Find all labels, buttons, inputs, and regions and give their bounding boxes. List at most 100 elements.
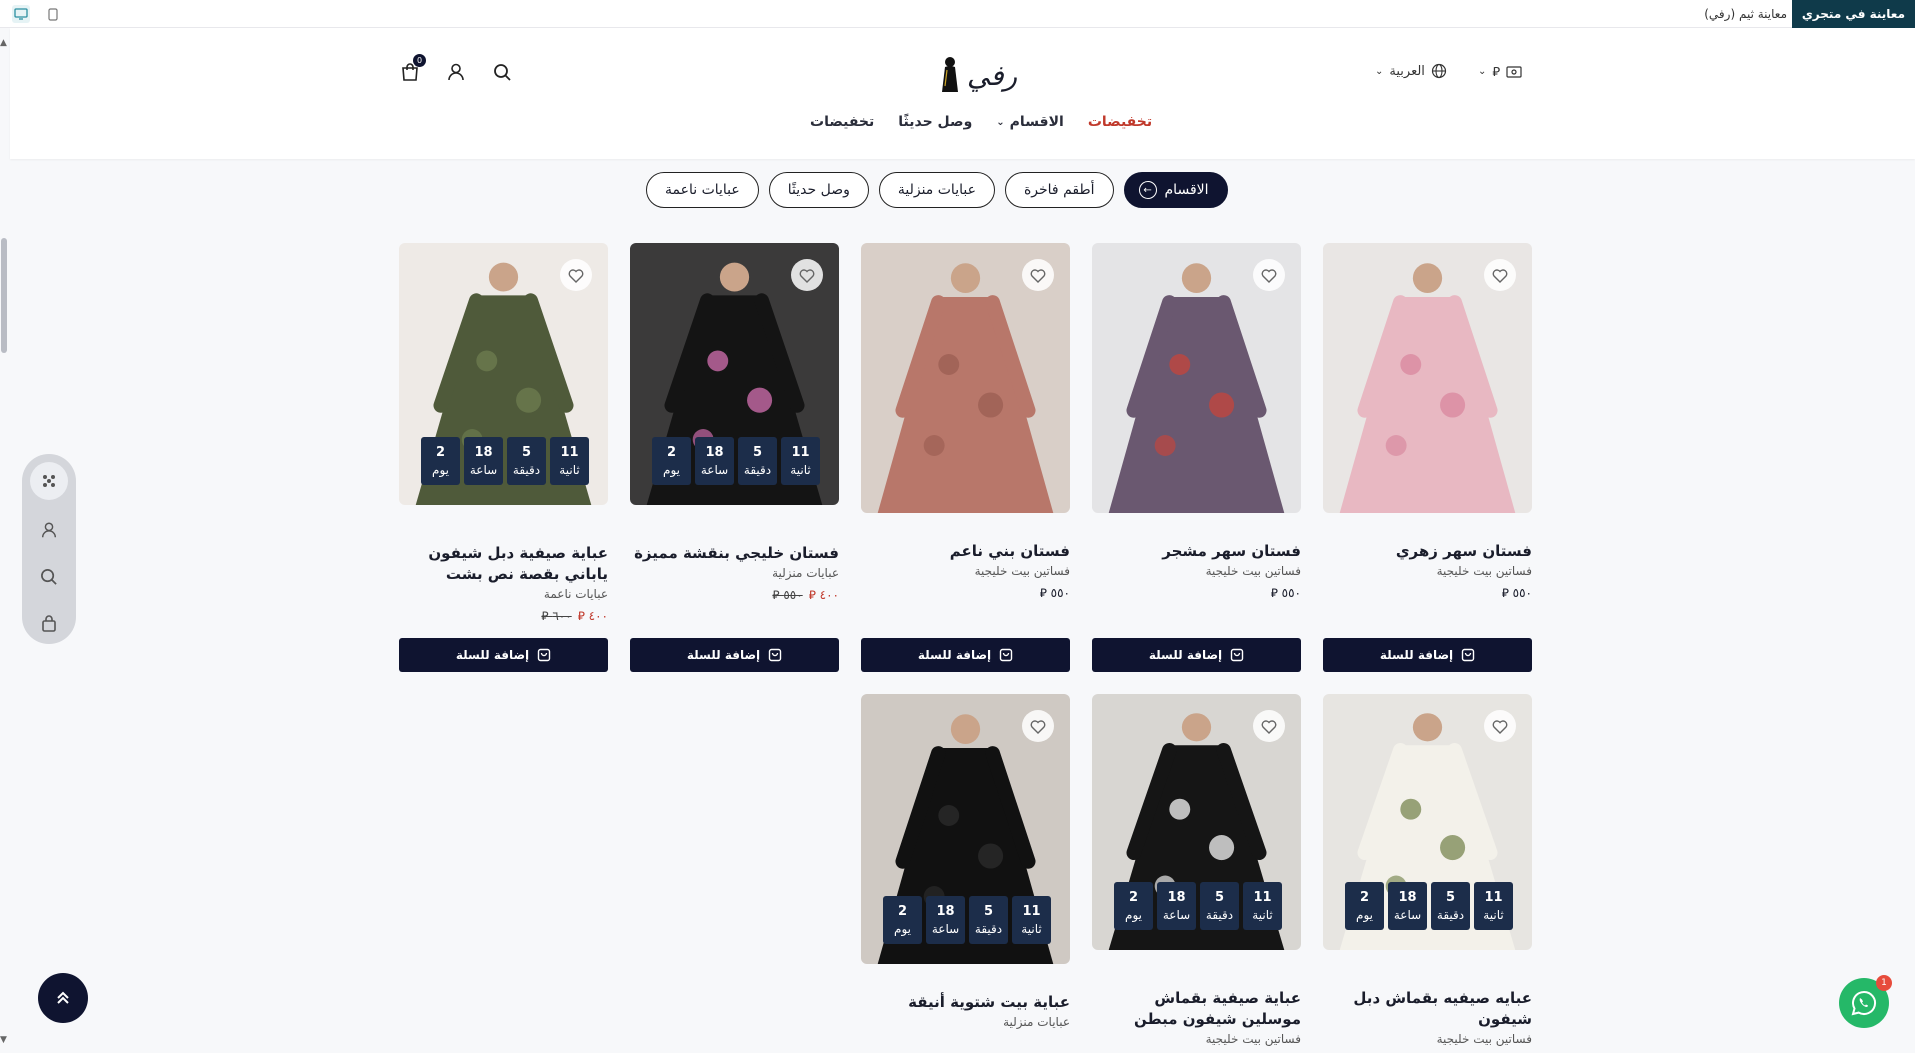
product-category[interactable]: فساتين بيت خليجية	[1092, 1032, 1301, 1046]
add-to-cart-button[interactable]: إضافة للسلة	[1323, 638, 1532, 672]
language-selector[interactable]: العربية ⌄	[1375, 63, 1447, 79]
logo-text: رفي	[966, 58, 1018, 92]
currency-symbol: ⃁	[772, 588, 780, 602]
heart-icon[interactable]	[1022, 710, 1054, 742]
countdown-value: 2	[666, 445, 677, 460]
heart-icon[interactable]	[1253, 259, 1285, 291]
chip-new-arrivals[interactable]: وصل حديثًا	[768, 172, 869, 208]
countdown-value: 18	[705, 445, 724, 460]
product-image[interactable]: 2 يوم 18 ساعة 5 دقيقة 11 ثانية	[861, 694, 1070, 964]
current-price: ٥٥٠ ⃁	[1502, 586, 1532, 601]
product-image[interactable]: 2 يوم 18 ساعة 5 دقيقة 11 ثانية	[1323, 694, 1532, 950]
product-title[interactable]: فستان سهر زهري	[1323, 541, 1532, 562]
search-icon[interactable]	[490, 60, 514, 84]
chip-home-abayas[interactable]: عبايات منزلية	[878, 172, 995, 208]
heart-icon[interactable]	[1253, 710, 1285, 742]
button-label: إضافة للسلة	[455, 648, 530, 662]
product-card[interactable]: فستان بني ناعم فساتين بيت خليجية ٥٥٠ ⃁ إ…	[861, 243, 1070, 672]
countdown-hours: 18 ساعة	[464, 437, 503, 485]
main-navigation: تخفيضات الاقسام ⌄ وصل حديثًا تخفيضات	[810, 114, 1152, 130]
countdown-unit: يوم	[1356, 908, 1373, 922]
product-category[interactable]: فساتين بيت خليجية	[861, 564, 1070, 578]
chip-categories[interactable]: الاقسام ←	[1123, 172, 1228, 208]
add-to-cart-button[interactable]: إضافة للسلة	[1092, 638, 1301, 672]
product-category[interactable]: عبايات منزلية	[630, 566, 839, 580]
product-title[interactable]: فستان خليجي بنقشة مميزة	[630, 543, 839, 564]
currency-symbol: ⃁	[1501, 586, 1509, 600]
old-price-value: ٥٥٠	[783, 588, 803, 602]
add-to-cart-button[interactable]: إضافة للسلة	[399, 638, 608, 672]
globe-icon	[1431, 63, 1447, 79]
countdown-timer: 2 يوم 18 ساعة 5 دقيقة 11 ثانية	[883, 896, 1051, 944]
arrow-left-icon: ←	[1138, 181, 1157, 199]
back-to-top-button[interactable]	[38, 973, 88, 1023]
whatsapp-button[interactable]: 1	[1839, 975, 1892, 1028]
bag-icon[interactable]	[31, 607, 67, 641]
product-title[interactable]: عباية بيت شتوية أنيقة	[861, 992, 1070, 1013]
nav-item-categories[interactable]: الاقسام ⌄	[996, 114, 1064, 130]
product-card[interactable]: 2 يوم 18 ساعة 5 دقيقة 11 ثانية عباية بيت…	[861, 694, 1070, 1029]
nav-item-sales[interactable]: تخفيضات	[810, 114, 874, 130]
product-title[interactable]: عبايه صيفيه بقماش دبل شيفون	[1323, 988, 1532, 1030]
product-card[interactable]: فستان سهر مشجر فساتين بيت خليجية ٥٥٠ ⃁ إ…	[1092, 243, 1301, 672]
product-image[interactable]	[1323, 243, 1532, 513]
heart-icon[interactable]	[1022, 259, 1054, 291]
cart-icon[interactable]: 0	[398, 54, 426, 84]
apps-grid-icon[interactable]	[30, 462, 68, 500]
site-header: رفي 0 ⌄ ⃁ العربية ⌄ تخفيضات الاقسام ⌄ وص…	[10, 28, 1915, 159]
add-to-cart-button[interactable]: إضافة للسلة	[861, 638, 1070, 672]
countdown-value: 2	[435, 445, 446, 460]
product-card[interactable]: 2 يوم 18 ساعة 5 دقيقة 11 ثانية عباية صيف…	[399, 243, 608, 672]
nav-item-new-arrivals[interactable]: وصل حديثًا	[898, 114, 972, 130]
price-value: ٤٠٠	[588, 609, 608, 623]
heart-icon[interactable]	[560, 259, 592, 291]
cart-icon	[537, 648, 551, 662]
current-price: ٤٠٠ ⃁	[578, 609, 608, 624]
product-card[interactable]: 2 يوم 18 ساعة 5 دقيقة 11 ثانية عباية صيف…	[1092, 694, 1301, 1046]
product-title[interactable]: فستان بني ناعم	[861, 541, 1070, 562]
chip-soft-abayas[interactable]: عبايات ناعمة	[646, 172, 759, 208]
chip-label: الاقسام	[1164, 182, 1209, 198]
scrollbar-thumb[interactable]	[1, 238, 7, 353]
countdown-unit: ساعة	[469, 463, 498, 477]
store-logo[interactable]: رفي	[933, 50, 1023, 100]
currency-symbol: ⃁	[808, 588, 816, 602]
cart-icon	[1230, 648, 1244, 662]
product-card[interactable]: 2 يوم 18 ساعة 5 دقيقة 11 ثانية فستان خلي…	[630, 243, 839, 672]
countdown-value: 5	[521, 445, 532, 460]
product-image[interactable]	[1092, 243, 1301, 513]
product-title[interactable]: عباية صيفية دبل شيفون ياباني بقصة نص بشت	[399, 543, 608, 585]
product-card[interactable]: 2 يوم 18 ساعة 5 دقيقة 11 ثانية عبايه صيف…	[1323, 694, 1532, 1046]
product-image[interactable]: 2 يوم 18 ساعة 5 دقيقة 11 ثانية	[630, 243, 839, 505]
currency-selector[interactable]: ⌄ ⃁	[1478, 63, 1522, 80]
scroll-down-arrow-icon[interactable]: ▼	[0, 1035, 7, 1045]
product-image[interactable]: 2 يوم 18 ساعة 5 دقيقة 11 ثانية	[1092, 694, 1301, 950]
countdown-timer: 2 يوم 18 ساعة 5 دقيقة 11 ثانية	[652, 437, 820, 485]
user-icon[interactable]	[444, 60, 468, 84]
heart-icon[interactable]	[1484, 710, 1516, 742]
user-icon[interactable]	[31, 513, 67, 547]
chip-luxury-sets[interactable]: أطقم فاخرة	[1004, 172, 1114, 208]
desktop-icon[interactable]	[12, 5, 30, 23]
countdown-days: 2 يوم	[652, 437, 691, 485]
heart-icon[interactable]	[791, 259, 823, 291]
heart-icon[interactable]	[1484, 259, 1516, 291]
product-category[interactable]: فساتين بيت خليجية	[1323, 1032, 1532, 1046]
page-scrollbar[interactable]: ▲ ▼	[0, 38, 8, 1048]
product-card[interactable]: فستان سهر زهري فساتين بيت خليجية ٥٥٠ ⃁ إ…	[1323, 243, 1532, 672]
add-to-cart-button[interactable]: إضافة للسلة	[630, 638, 839, 672]
search-icon[interactable]	[31, 560, 67, 594]
product-category[interactable]: عبايات ناعمة	[399, 587, 608, 601]
product-image[interactable]: 2 يوم 18 ساعة 5 دقيقة 11 ثانية	[399, 243, 608, 505]
product-category[interactable]: فساتين بيت خليجية	[1092, 564, 1301, 578]
product-title[interactable]: فستان سهر مشجر	[1092, 541, 1301, 562]
nav-item-sales-highlight[interactable]: تخفيضات	[1088, 114, 1152, 130]
product-image[interactable]	[861, 243, 1070, 513]
product-category[interactable]: عبايات منزلية	[861, 1015, 1070, 1029]
scroll-up-arrow-icon[interactable]: ▲	[0, 38, 7, 48]
cart-icon	[1461, 648, 1475, 662]
product-title[interactable]: عباية صيفية بقماش موسلين شيفون مبطن	[1092, 988, 1301, 1030]
product-category[interactable]: فساتين بيت خليجية	[1323, 564, 1532, 578]
mobile-icon[interactable]	[44, 5, 62, 23]
preview-in-store-button[interactable]: معاينة في متجري	[1791, 0, 1915, 28]
